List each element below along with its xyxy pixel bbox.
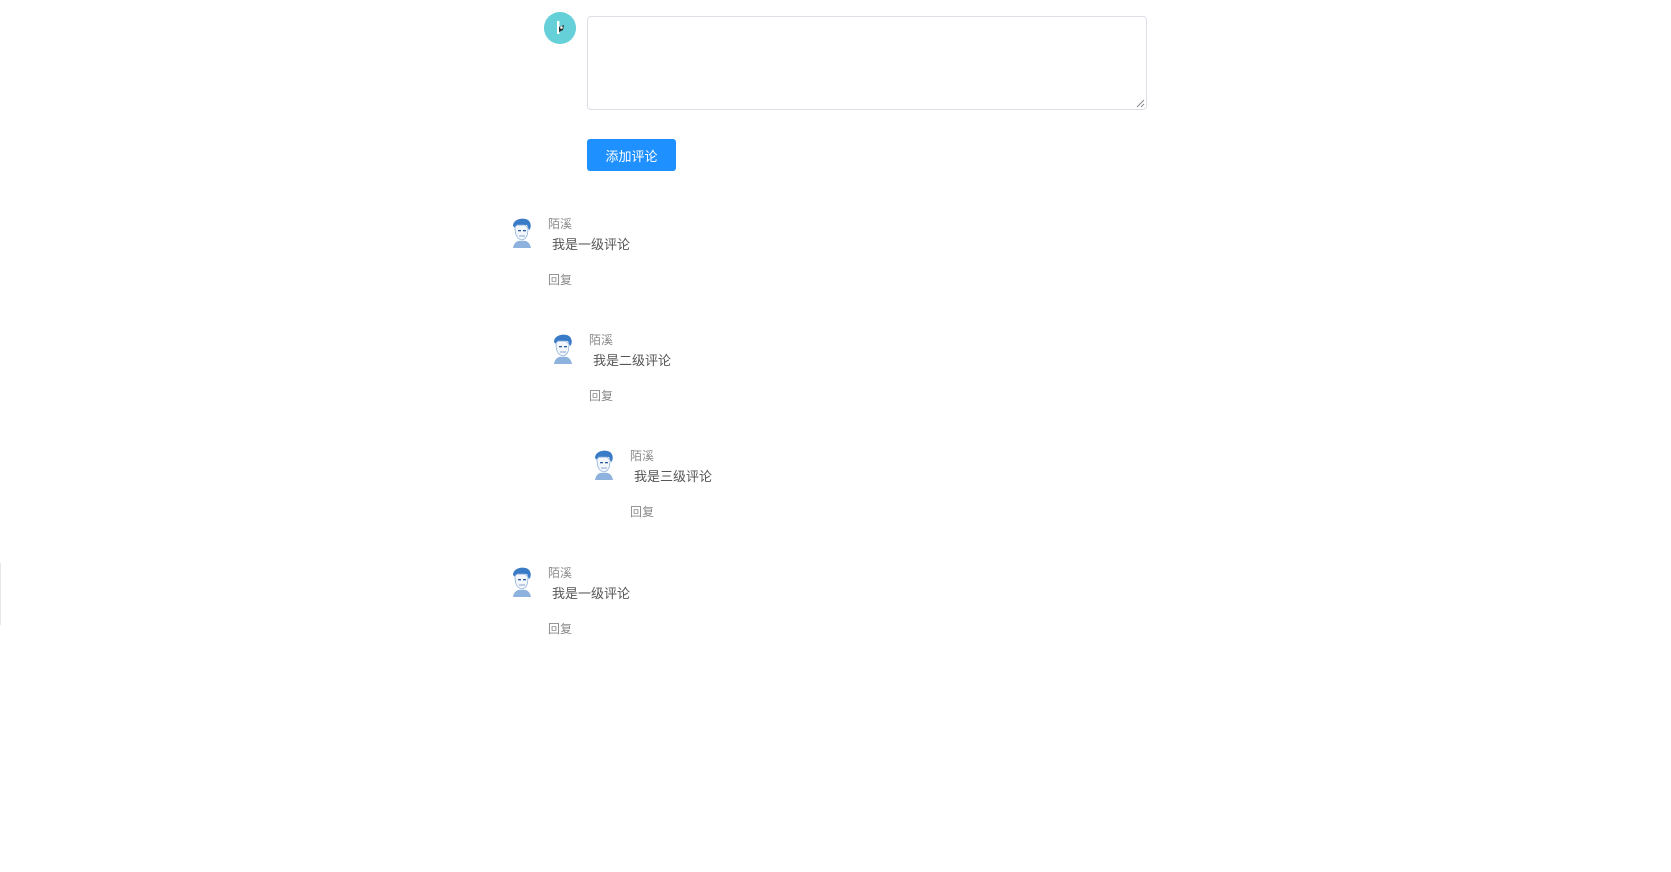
- comment-item: 陌溪 我是一级评论 回复: [505, 565, 805, 641]
- comment-item: 陌溪 我是二级评论 回复: [546, 332, 846, 408]
- comment-author: 陌溪: [589, 333, 614, 347]
- comment-item: 陌溪 我是三级评论 回复: [587, 448, 887, 524]
- comment-author: 陌溪: [630, 449, 655, 463]
- comment-item: 陌溪 我是一级评论 回复: [505, 216, 805, 292]
- comment-content: 我是一级评论: [552, 238, 631, 253]
- author-avatar-icon: [587, 448, 617, 480]
- resize-grip-icon[interactable]: [1136, 99, 1145, 108]
- left-edge-divider: [0, 563, 1, 625]
- comment-input[interactable]: [587, 16, 1147, 110]
- reply-button[interactable]: 回复: [548, 272, 572, 288]
- author-avatar-icon: [505, 216, 535, 248]
- comment-content: 我是三级评论: [634, 470, 713, 485]
- comment-author: 陌溪: [548, 566, 573, 580]
- current-user-avatar-icon: [544, 12, 576, 44]
- author-avatar-icon: [546, 332, 576, 364]
- comment-author: 陌溪: [548, 217, 573, 231]
- comment-content: 我是一级评论: [552, 587, 631, 602]
- reply-button[interactable]: 回复: [630, 504, 654, 520]
- comment-content: 我是二级评论: [593, 354, 672, 369]
- author-avatar-icon: [505, 565, 535, 597]
- reply-button[interactable]: 回复: [548, 621, 572, 637]
- comment-page: 添加评论 陌溪 我是一级评论 回复 陌溪 我是二级评论 回复 陌溪 我是三级评论…: [0, 0, 1671, 872]
- add-comment-button[interactable]: 添加评论: [587, 139, 676, 171]
- reply-button[interactable]: 回复: [589, 388, 613, 404]
